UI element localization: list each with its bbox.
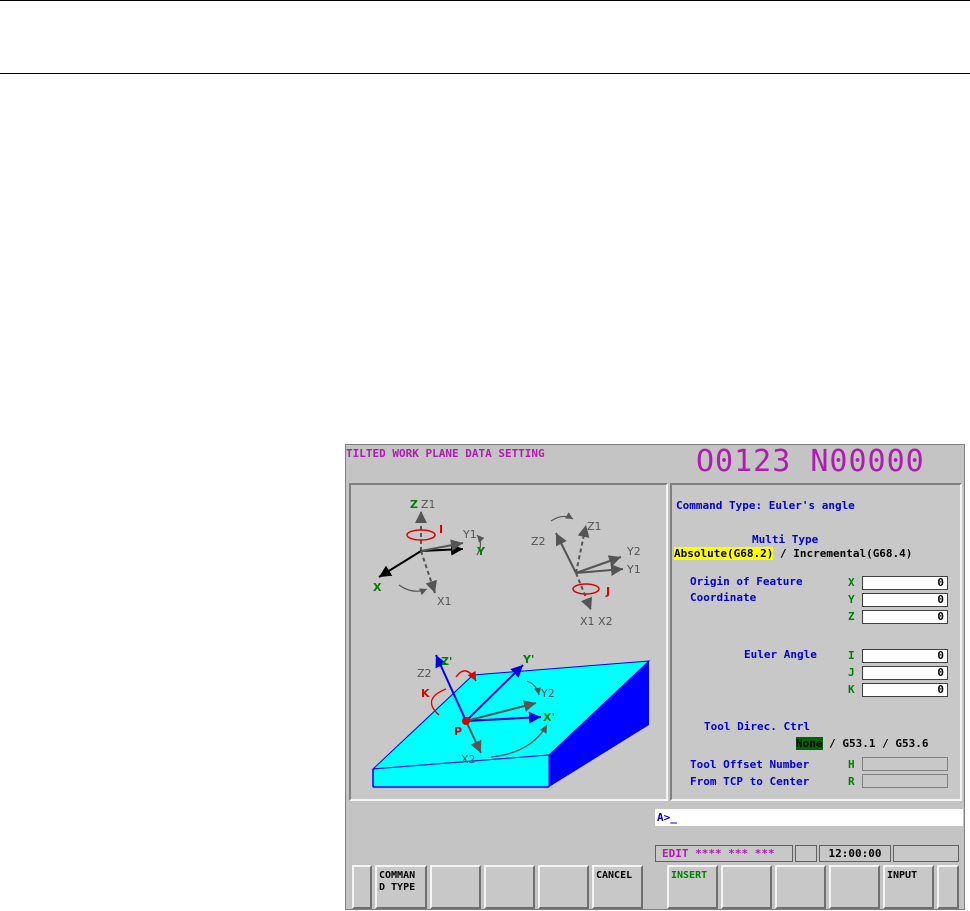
multi-type-label: Multi Type <box>752 533 819 546</box>
euler-i-label: I <box>848 649 855 662</box>
status-mode: EDIT <box>662 847 689 860</box>
cnc-screen: TILTED WORK PLANE DATA SETTING O0123 N00… <box>345 444 965 910</box>
label-x1: X1 <box>437 595 452 608</box>
origin-x-label: X <box>848 576 855 589</box>
tool-offset-label: Tool Offset Number <box>690 758 810 771</box>
softkey-input[interactable]: INPUT <box>883 865 934 909</box>
command-line-input[interactable]: A>_ <box>655 809 963 826</box>
label-j: J <box>605 585 610 598</box>
label-y2-r: Y2 <box>626 545 641 558</box>
origin-z-field[interactable]: 0 <box>862 610 948 624</box>
tool-offset-field <box>862 757 948 771</box>
label-y2-b: Y2 <box>540 687 555 700</box>
euler-angle-label: Euler Angle <box>744 648 817 661</box>
label-y: Y <box>476 545 486 558</box>
origin-x-field[interactable]: 0 <box>862 576 948 590</box>
softkey-command-type[interactable]: COMMAN D TYPE <box>375 865 427 909</box>
label-i: I <box>439 523 443 536</box>
command-type-text: Command Type: Euler's angle <box>676 499 855 512</box>
tool-direction-others[interactable]: / G53.1 / G53.6 <box>823 737 928 750</box>
origin-label-line2: Coordinate <box>690 591 757 604</box>
softkey-5[interactable] <box>538 865 589 909</box>
label-z1: Z1 <box>421 498 436 511</box>
softkey-9[interactable] <box>775 865 826 909</box>
tilted-plane-group: Z2 Z' Y' Y2 X' K P X2 <box>371 653 651 788</box>
tool-offset-h-label: H <box>848 758 855 771</box>
label-z1-r: Z1 <box>587 520 602 533</box>
multi-type-absolute[interactable]: Absolute(G68.2) <box>674 547 774 560</box>
multi-type-options: Absolute(G68.2) / Incremental(G68.4) <box>674 547 912 560</box>
origin-z-label: Z <box>848 610 855 623</box>
status-mode-box: EDIT **** *** *** <box>655 845 793 862</box>
origin-y-label: Y <box>848 593 855 606</box>
tcp-to-center-label: From TCP to Center <box>690 775 810 788</box>
rotation-diagram-panel: Z Z1 I Y1 Y X X1 Z1 Z2 Y2 Y1 J X1 X2 Z2 … <box>349 483 668 801</box>
label-x: X <box>373 581 382 594</box>
multi-type-incremental[interactable]: Incremental(G68.4) <box>793 547 912 560</box>
softkey-8[interactable] <box>721 865 772 909</box>
label-z2-b: Z2 <box>417 667 432 680</box>
softkey-4[interactable] <box>484 865 535 909</box>
label-z-prime: Z' <box>441 655 452 668</box>
header-rule-bottom <box>0 73 970 74</box>
tool-direction-none[interactable]: None <box>796 737 823 750</box>
euler-i-field[interactable]: 0 <box>862 649 948 663</box>
label-z2-r: Z2 <box>531 535 546 548</box>
tool-direction-label: Tool Direc. Ctrl <box>704 720 810 733</box>
multi-type-separator: / <box>773 547 794 560</box>
label-y1-r: Y1 <box>626 563 641 576</box>
label-y-prime: Y' <box>522 653 534 666</box>
screen-title: TILTED WORK PLANE DATA SETTING <box>346 447 545 460</box>
label-z: Z <box>410 498 418 511</box>
axes-group-j: Z1 Z2 Y2 Y1 J X1 X2 <box>531 512 641 628</box>
status-stars: **** *** *** <box>688 847 775 860</box>
euler-j-field[interactable]: 0 <box>862 666 948 680</box>
euler-k-label: K <box>848 683 855 696</box>
softkey-3[interactable] <box>430 865 481 909</box>
label-x2-b: X2 <box>461 753 476 766</box>
tcp-r-label: R <box>848 775 855 788</box>
program-number: O0123 N00000 <box>696 444 925 479</box>
parameter-form-panel: Command Type: Euler's angle Multi Type A… <box>670 483 962 801</box>
softkey-10[interactable] <box>829 865 880 909</box>
softkey-right-end[interactable] <box>937 865 959 909</box>
label-x-prime: X' <box>543 711 555 724</box>
axes-group-i: Z Z1 I Y1 Y X X1 <box>373 498 486 608</box>
softkey-insert[interactable]: INSERT <box>667 865 718 909</box>
tool-direction-options: None / G53.1 / G53.6 <box>796 737 928 750</box>
label-k: K <box>421 687 430 700</box>
softkey-cancel[interactable]: CANCEL <box>592 865 643 909</box>
label-x1x2-r: X1 X2 <box>580 615 613 628</box>
status-time: 12:00:00 <box>819 845 891 862</box>
euler-j-label: J <box>848 666 855 679</box>
tcp-to-center-field <box>862 774 948 788</box>
euler-k-field[interactable]: 0 <box>862 683 948 697</box>
status-spacer <box>795 845 817 862</box>
origin-y-field[interactable]: 0 <box>862 593 948 607</box>
origin-label-line1: Origin of Feature <box>690 575 803 588</box>
header-rule-top <box>0 0 970 1</box>
softkey-left-end[interactable] <box>352 865 372 909</box>
status-extra <box>893 845 959 862</box>
label-y1: Y1 <box>462 528 477 541</box>
label-p: P <box>454 725 462 738</box>
rotation-diagram: Z Z1 I Y1 Y X X1 Z1 Z2 Y2 Y1 J X1 X2 Z2 … <box>371 498 651 788</box>
